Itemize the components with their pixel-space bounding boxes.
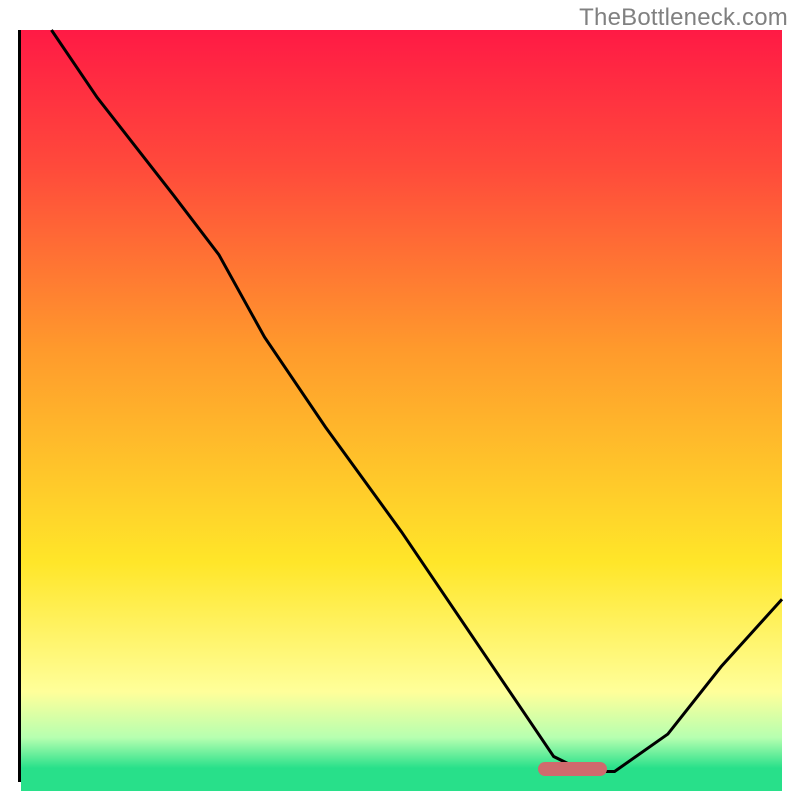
optimal-range-marker xyxy=(538,762,606,776)
watermark-text: TheBottleneck.com xyxy=(579,4,788,32)
chart-stage: TheBottleneck.com xyxy=(0,0,800,800)
bottleneck-curve xyxy=(21,30,782,779)
plot-area xyxy=(18,30,782,782)
